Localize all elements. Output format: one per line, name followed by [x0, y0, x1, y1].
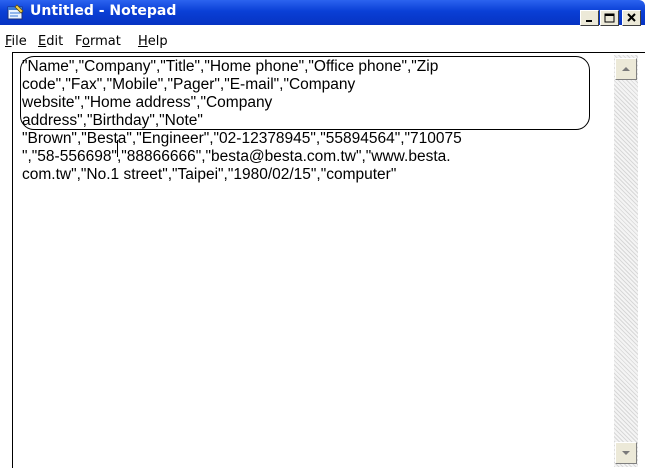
minimize-button[interactable]	[580, 10, 599, 26]
scroll-up-button[interactable]	[615, 58, 637, 80]
menu-help[interactable]: Help	[138, 34, 168, 49]
title-bar[interactable]: Untitled - Notepad	[0, 0, 645, 26]
text-line: com.tw","No.1 street","Taipei","1980/02/…	[22, 166, 397, 183]
text-caret	[117, 140, 118, 157]
minimize-icon	[586, 20, 592, 22]
scroll-down-button[interactable]	[615, 442, 637, 464]
header-highlight-oval	[20, 56, 590, 130]
menu-edit[interactable]: Edit	[38, 34, 63, 49]
scroll-down-arrow-icon	[622, 451, 630, 455]
maximize-button[interactable]	[600, 10, 619, 26]
text-line: ","58-556698","88866666","besta@besta.co…	[22, 148, 451, 165]
menu-file[interactable]: File	[5, 34, 27, 49]
scroll-up-arrow-icon	[622, 67, 630, 71]
text-line: "Brown","Besta","Engineer","02-12378945"…	[22, 130, 462, 147]
close-icon	[627, 13, 636, 22]
menu-bar: File Edit Format Help	[0, 32, 645, 52]
window-title: Untitled - Notepad	[30, 3, 177, 19]
notepad-window: Untitled - Notepad File Edit Format Help…	[0, 0, 645, 468]
notepad-icon[interactable]	[7, 4, 25, 20]
vertical-scrollbar[interactable]	[614, 55, 638, 467]
close-button[interactable]	[622, 10, 641, 26]
menu-format[interactable]: Format	[75, 34, 121, 49]
